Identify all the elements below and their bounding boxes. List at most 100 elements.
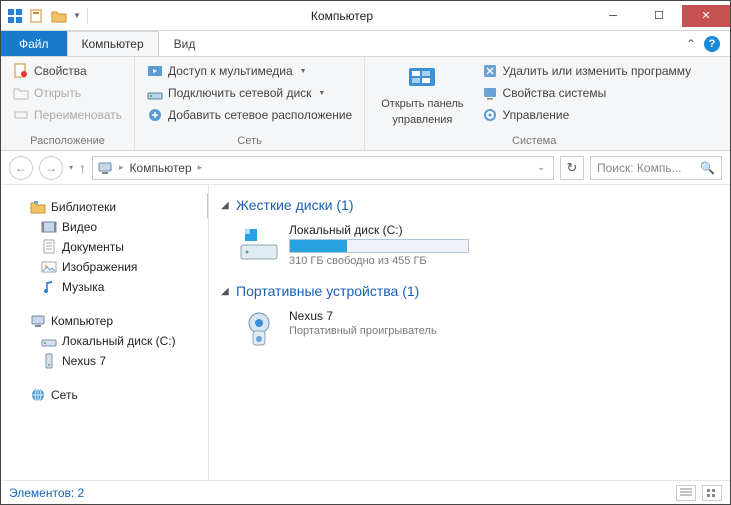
tree-label: Сеть (51, 388, 78, 402)
manage-button[interactable]: Управление (480, 105, 694, 125)
computer-icon (30, 313, 46, 329)
device-subtitle: 310 ГБ свободно из 455 ГБ (289, 255, 469, 267)
category-portable[interactable]: ◢ Портативные устройства (1) (221, 279, 718, 305)
drive-icon (239, 223, 279, 263)
rename-label: Переименовать (34, 108, 122, 122)
drive-icon (41, 333, 57, 349)
system-properties-button[interactable]: Свойства системы (480, 83, 694, 103)
address-bar: ← → ▾ ↑ ▸ Компьютер ▸ ⌄ ↻ Поиск: Компь..… (1, 151, 730, 185)
breadcrumb-segment[interactable]: Компьютер (130, 161, 192, 175)
search-input[interactable]: Поиск: Компь... 🔍 (590, 156, 722, 180)
music-icon (41, 279, 57, 295)
tree-nexus[interactable]: Nexus 7 (5, 351, 204, 371)
pictures-icon (41, 259, 57, 275)
add-location-button[interactable]: Добавить сетевое расположение (145, 105, 354, 125)
open-button: Открыть (11, 83, 124, 103)
new-folder-qat-icon[interactable] (51, 8, 67, 24)
category-hdd[interactable]: ◢ Жесткие диски (1) (221, 193, 718, 219)
tree-network[interactable]: Сеть (5, 385, 204, 405)
computer-icon (97, 160, 113, 176)
libraries-icon (30, 199, 46, 215)
search-placeholder: Поиск: Компь... (597, 161, 682, 175)
capacity-fill (290, 240, 347, 252)
tree-video[interactable]: Видео (5, 217, 204, 237)
collapse-ribbon-icon[interactable]: ⌃ (686, 37, 696, 51)
tree-pictures[interactable]: Изображения (5, 257, 204, 277)
device-icon (41, 353, 57, 369)
chevron-down-icon: ▼ (318, 90, 325, 97)
uninstall-button[interactable]: Удалить или изменить программу (480, 61, 694, 81)
open-icon (13, 85, 29, 101)
close-button[interactable]: ✕ (682, 5, 730, 27)
map-drive-button[interactable]: Подключить сетевой диск▼ (145, 83, 354, 103)
status-item-count: Элементов: 2 (9, 486, 84, 500)
uninstall-label: Удалить или изменить программу (503, 64, 692, 78)
tree-label: Документы (62, 240, 124, 254)
properties-icon (13, 63, 29, 79)
window-controls: ─ ☐ ✕ (590, 5, 730, 27)
add-location-icon (147, 107, 163, 123)
tab-file[interactable]: Файл (1, 31, 67, 56)
qat-dropdown-icon[interactable]: ▼ (73, 11, 81, 20)
ribbon: Свойства Открыть Переименовать Расположе… (1, 57, 730, 151)
maximize-button[interactable]: ☐ (636, 5, 682, 27)
chevron-down-icon: ▼ (300, 68, 307, 75)
category-title: Жесткие диски (1) (236, 197, 354, 213)
video-icon (41, 219, 57, 235)
tree-label: Библиотеки (51, 200, 116, 214)
tree-computer[interactable]: Компьютер (5, 311, 204, 331)
properties-button[interactable]: Свойства (11, 61, 124, 81)
history-dropdown-icon[interactable]: ▾ (69, 163, 73, 172)
refresh-button[interactable]: ↻ (560, 156, 584, 180)
minimize-button[interactable]: ─ (590, 5, 636, 27)
tree-documents[interactable]: Документы (5, 237, 204, 257)
help-icon[interactable]: ? (704, 36, 720, 52)
uninstall-icon (482, 63, 498, 79)
tree-label: Локальный диск (C:) (62, 334, 176, 348)
media-label: Доступ к мультимедиа (168, 64, 293, 78)
breadcrumb-sep-icon: ▸ (119, 162, 124, 173)
tree-music[interactable]: Музыка (5, 277, 204, 297)
tree-libraries[interactable]: Библиотеки (5, 197, 204, 217)
device-subtitle: Портативный проигрыватель (289, 325, 437, 337)
documents-icon (41, 239, 57, 255)
view-switcher (676, 485, 722, 501)
breadcrumb-sep-icon[interactable]: ▸ (198, 162, 203, 173)
ribbon-group-system: Открыть панель управления Удалить или из… (365, 57, 703, 150)
window-title: Компьютер (94, 9, 590, 23)
main-area: Библиотеки Видео Документы Изображения М… (1, 185, 730, 480)
group-location-label: Расположение (11, 133, 124, 148)
tree-label: Видео (62, 220, 97, 234)
back-button[interactable]: ← (9, 156, 33, 180)
tree-label: Nexus 7 (62, 354, 106, 368)
group-system-label: Система (375, 133, 693, 148)
navigation-pane[interactable]: Библиотеки Видео Документы Изображения М… (1, 185, 209, 480)
device-local-c[interactable]: Локальный диск (C:) 310 ГБ свободно из 4… (221, 219, 718, 279)
tree-local-disk[interactable]: Локальный диск (C:) (5, 331, 204, 351)
manage-label: Управление (503, 108, 570, 122)
address-box[interactable]: ▸ Компьютер ▸ ⌄ (92, 156, 554, 180)
rename-button: Переименовать (11, 105, 124, 125)
tab-computer[interactable]: Компьютер (67, 31, 159, 56)
control-panel-button[interactable]: Открыть панель управления (375, 61, 469, 133)
map-drive-icon (147, 85, 163, 101)
content-pane[interactable]: ◢ Жесткие диски (1) Локальный диск (C:) … (209, 185, 730, 480)
tab-view[interactable]: Вид (159, 31, 211, 56)
forward-button[interactable]: → (39, 156, 63, 180)
collapse-icon[interactable]: ◢ (221, 200, 231, 211)
capacity-bar (289, 239, 469, 253)
collapse-icon[interactable]: ◢ (221, 286, 231, 297)
up-button[interactable]: ↑ (79, 160, 86, 176)
system-properties-icon (482, 85, 498, 101)
add-location-label: Добавить сетевое расположение (168, 108, 352, 122)
icons-view-button[interactable] (702, 485, 722, 501)
properties-qat-icon[interactable] (29, 8, 45, 24)
device-nexus[interactable]: Nexus 7 Портативный проигрыватель (221, 305, 718, 361)
rename-icon (13, 107, 29, 123)
media-access-button[interactable]: Доступ к мультимедиа ▼ (145, 61, 354, 81)
address-dropdown-icon[interactable]: ⌄ (533, 162, 549, 173)
manage-icon (482, 107, 498, 123)
control-panel-label1: Открыть панель (381, 98, 463, 111)
details-view-button[interactable] (676, 485, 696, 501)
device-name: Nexus 7 (289, 309, 437, 323)
